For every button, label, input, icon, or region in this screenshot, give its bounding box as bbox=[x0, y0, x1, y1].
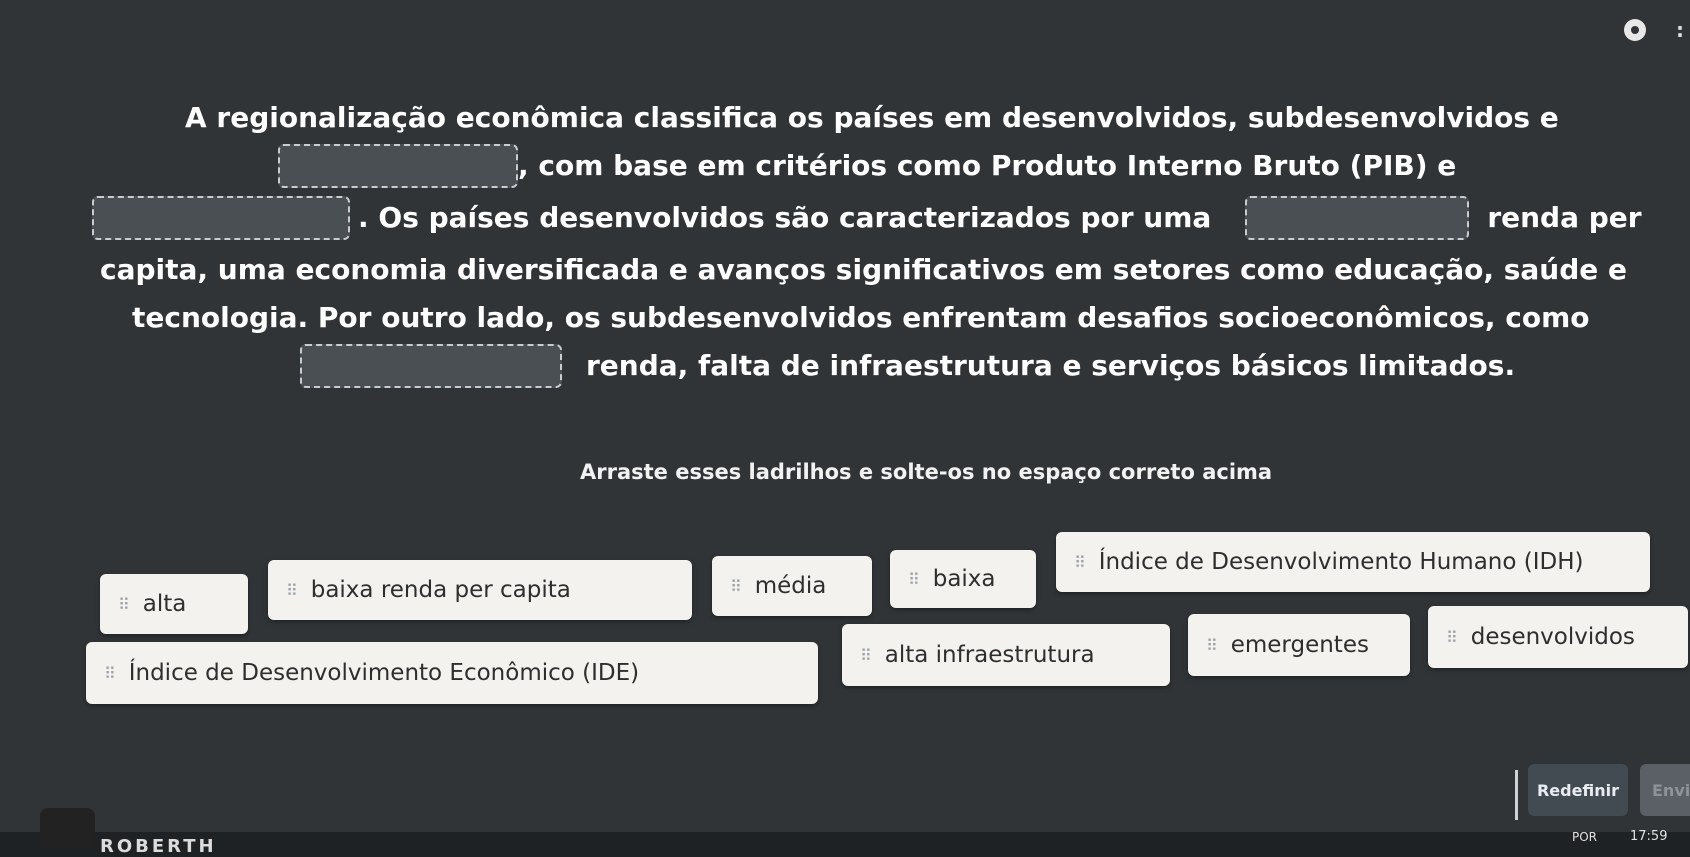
taskbar bbox=[0, 832, 1690, 857]
passage-line-2: , com base em critérios como Produto Int… bbox=[278, 138, 1456, 194]
drag-handle-icon: ⠿ bbox=[908, 569, 920, 589]
passage-text: renda, falta de infraestrutura e serviço… bbox=[586, 349, 1516, 382]
tile-label: desenvolvidos bbox=[1470, 624, 1635, 650]
tile-alta[interactable]: ⠿ alta bbox=[100, 574, 248, 634]
tile-label: baixa bbox=[932, 566, 996, 592]
tile-alta-infraestrutura[interactable]: ⠿ alta infraestrutura bbox=[842, 624, 1170, 686]
drag-handle-icon: ⠿ bbox=[730, 576, 742, 596]
button-divider bbox=[1515, 770, 1518, 820]
language-indicator[interactable]: POR bbox=[1572, 830, 1597, 844]
tile-label: emergentes bbox=[1230, 632, 1369, 658]
drop-blank-1[interactable] bbox=[278, 144, 518, 188]
tile-desenvolvidos[interactable]: ⠿ desenvolvidos bbox=[1428, 606, 1688, 668]
drop-blank-3[interactable] bbox=[1245, 196, 1470, 240]
drag-handle-icon: ⠿ bbox=[118, 594, 130, 614]
drag-handle-icon: ⠿ bbox=[104, 663, 116, 683]
send-button[interactable]: Envi bbox=[1640, 764, 1690, 816]
passage-text: , com base em critérios como Produto Int… bbox=[518, 149, 1457, 182]
drop-blank-2[interactable] bbox=[92, 196, 350, 240]
drag-handle-icon: ⠿ bbox=[1446, 627, 1458, 647]
more-icon[interactable]: : bbox=[1676, 18, 1684, 42]
tile-label: alta bbox=[142, 591, 187, 617]
tile-label: Índice de Desenvolvimento Humano (IDH) bbox=[1098, 549, 1584, 575]
reset-button[interactable]: Redefinir bbox=[1528, 764, 1628, 816]
drag-handle-icon: ⠿ bbox=[860, 645, 872, 665]
instruction-text: Arraste esses ladrilhos e solte-os no es… bbox=[580, 460, 1273, 484]
tile-emergentes[interactable]: ⠿ emergentes bbox=[1188, 614, 1410, 676]
passage-line-6: renda, falta de infraestrutura e serviço… bbox=[300, 338, 1515, 394]
passage-line-3: . Os países desenvolvidos são caracteriz… bbox=[92, 190, 1642, 246]
drag-handle-icon: ⠿ bbox=[286, 580, 298, 600]
tile-idh[interactable]: ⠿ Índice de Desenvolvimento Humano (IDH) bbox=[1056, 532, 1650, 592]
clock: 17:59 bbox=[1630, 829, 1668, 844]
tile-label: baixa renda per capita bbox=[310, 577, 571, 603]
tile-media[interactable]: ⠿ média bbox=[712, 556, 872, 616]
tile-baixa[interactable]: ⠿ baixa bbox=[890, 550, 1036, 608]
drop-blank-4[interactable] bbox=[300, 344, 562, 388]
tile-label: média bbox=[754, 573, 827, 599]
avatar bbox=[40, 808, 95, 848]
tile-baixa-renda-per-capita[interactable]: ⠿ baixa renda per capita bbox=[268, 560, 692, 620]
top-toolbar: : bbox=[1624, 18, 1684, 42]
passage-text: renda per bbox=[1487, 201, 1642, 234]
drag-handle-icon: ⠿ bbox=[1206, 635, 1218, 655]
tile-ide[interactable]: ⠿ Índice de Desenvolvimento Econômico (I… bbox=[86, 642, 818, 704]
passage-text: . Os países desenvolvidos são caracteriz… bbox=[358, 201, 1212, 234]
user-name: ROBERTH bbox=[100, 836, 217, 857]
drag-handle-icon: ⠿ bbox=[1074, 552, 1086, 572]
tile-label: alta infraestrutura bbox=[884, 642, 1095, 668]
gear-icon[interactable] bbox=[1624, 19, 1646, 41]
tile-label: Índice de Desenvolvimento Econômico (IDE… bbox=[128, 660, 640, 686]
